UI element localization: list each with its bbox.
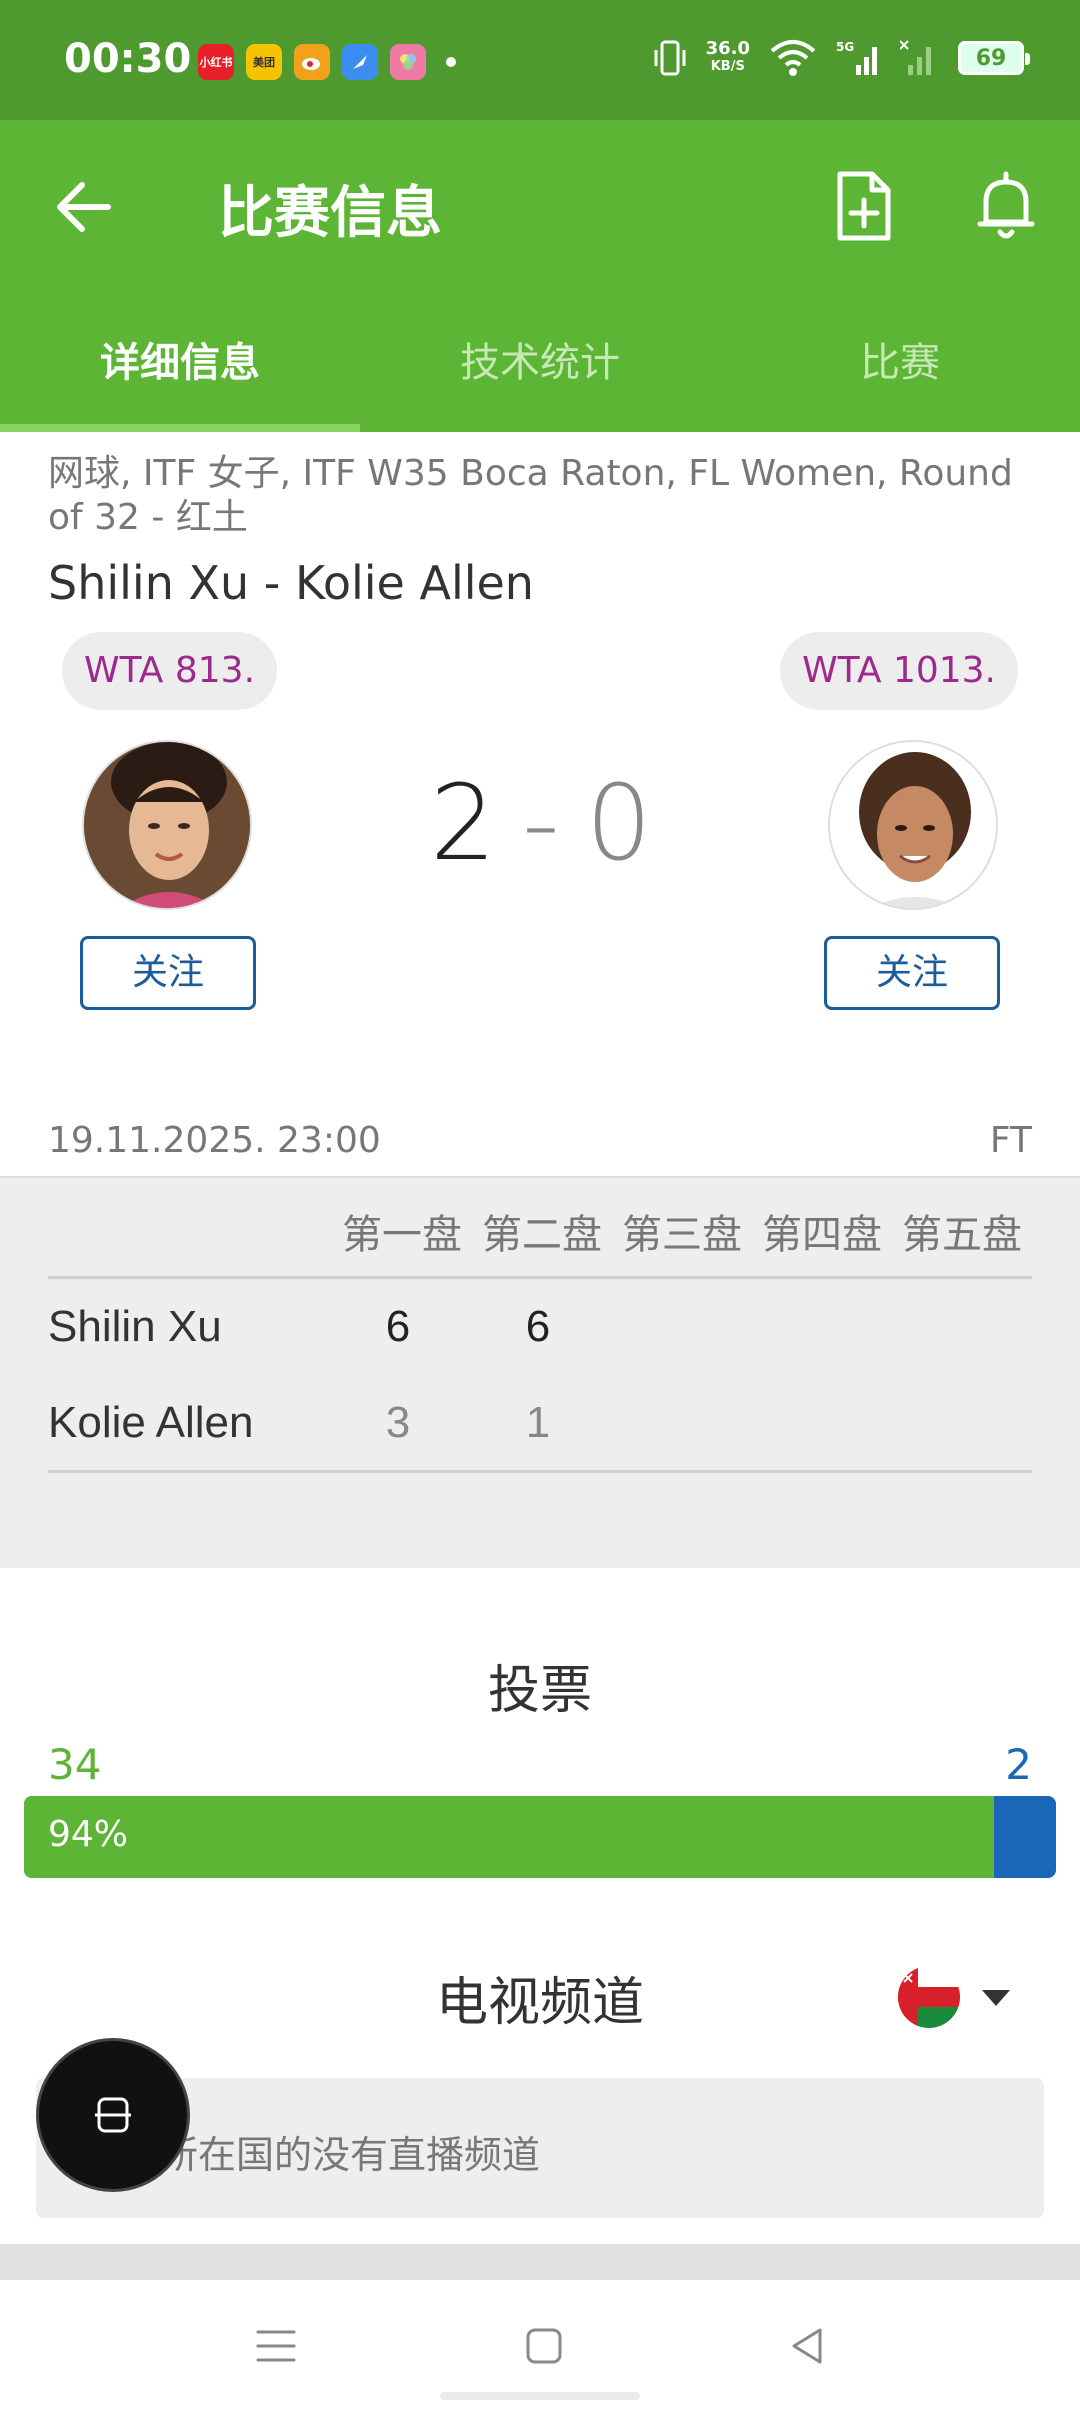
page-title: 比赛信息 (218, 181, 442, 246)
set-score: 1 (525, 1398, 551, 1447)
away-rank-badge: WTA 1013. (780, 632, 1018, 710)
tab-label: 详细信息 (100, 340, 260, 386)
status-bar: 00:30 小红书 美团 36.0 KB/S 5G 69 (0, 0, 1080, 120)
tab-label: 技术统计 (460, 340, 620, 386)
set-score: 6 (525, 1302, 551, 1351)
score-separator: - (522, 762, 560, 884)
tab-matches[interactable]: 比赛 (720, 280, 1080, 432)
home-player-avatar[interactable] (82, 740, 252, 910)
set-header: 第四盘 (762, 1212, 882, 1258)
tab-bar: 详细信息 技术统计 比赛 (0, 280, 1080, 432)
set-header: 第一盘 (342, 1212, 462, 1258)
battery-icon: 69 (958, 41, 1030, 75)
away-player-avatar[interactable] (828, 740, 998, 910)
back-triangle-icon[interactable] (778, 2316, 838, 2376)
vote-title: 投票 (487, 1661, 592, 1721)
set-header: 第三盘 (622, 1212, 742, 1258)
home-indicator[interactable] (440, 2392, 640, 2400)
chevron-down-icon[interactable] (982, 1990, 1010, 2006)
table-divider (48, 1276, 1032, 1279)
set-score: 3 (385, 1398, 411, 1447)
home-icon[interactable] (514, 2316, 574, 2376)
system-nav-bar (0, 2280, 1080, 2414)
follow-away-button[interactable]: 关注 (824, 936, 1000, 1010)
net-speed-unit: KB/S (710, 59, 745, 74)
player-name: Shilin Xu (48, 1302, 222, 1351)
set-score: 6 (385, 1302, 411, 1351)
home-sets-won: 2 (430, 762, 497, 884)
xiaohongshu-icon: 小红书 (198, 44, 234, 80)
oman-flag-icon[interactable] (898, 1966, 960, 2028)
match-title: Shilin Xu - Kolie Allen (48, 556, 534, 610)
content-bottom-edge (0, 2244, 1080, 2280)
more-notifications-dot (446, 57, 456, 67)
match-status: FT (989, 1120, 1032, 1161)
active-tab-indicator (0, 424, 360, 432)
away-sets-won: 0 (585, 762, 652, 884)
floating-assistant-button[interactable] (36, 2038, 190, 2192)
set-header: 第五盘 (902, 1212, 1022, 1258)
bell-icon[interactable] (974, 170, 1038, 242)
tab-statistics[interactable]: 技术统计 (360, 280, 720, 432)
wifi-icon (770, 40, 816, 76)
table-row: Kolie Allen 3 1 (48, 1398, 1032, 1478)
meituan-icon: 美团 (246, 44, 282, 80)
table-row: Shilin Xu 6 6 (48, 1302, 1032, 1382)
menu-icon[interactable] (246, 2316, 306, 2376)
photos-icon (390, 44, 426, 80)
back-arrow-icon[interactable] (50, 172, 120, 242)
svg-text:5G: 5G (836, 40, 854, 54)
app-bar: 比赛信息 (0, 120, 1080, 280)
weibo-icon (294, 44, 330, 80)
follow-home-button[interactable]: 关注 (80, 936, 256, 1010)
tab-label: 比赛 (860, 340, 940, 386)
home-vote-fill[interactable] (24, 1796, 995, 1878)
set-header: 第二盘 (482, 1212, 602, 1258)
screen-capture-icon (95, 2097, 131, 2133)
vibrate-icon (654, 40, 686, 76)
match-datetime: 19.11.2025. 23:00 (48, 1120, 381, 1161)
match-score: 2 - 0 (430, 762, 652, 884)
net-speed-value: 36.0 (705, 38, 750, 59)
home-vote-count: 34 (48, 1740, 102, 1789)
set-headers: 第一盘 第二盘 第三盘 第四盘 第五盘 (332, 1202, 1032, 1260)
browser-icon (342, 44, 378, 80)
signal-sim2-icon (900, 40, 931, 75)
away-vote-count: 2 (1005, 1740, 1032, 1789)
tab-details[interactable]: 详细信息 (0, 280, 360, 432)
home-rank-badge: WTA 813. (62, 632, 278, 710)
vote-bar[interactable]: 94% (24, 1796, 1056, 1878)
signal-5g-icon: 5G (836, 40, 877, 75)
table-divider (48, 1470, 1032, 1473)
net-speed: 36.0 KB/S (706, 40, 750, 76)
tournament-info: 网球, ITF 女子, ITF W35 Boca Raton, FL Women… (48, 453, 1013, 538)
score-table: 第一盘 第二盘 第三盘 第四盘 第五盘 Shilin Xu 6 6 Kolie … (0, 1176, 1080, 1568)
add-document-icon[interactable] (832, 170, 896, 242)
home-vote-percent: 94% (48, 1814, 129, 1855)
status-time: 00:30 (64, 36, 192, 82)
player-name: Kolie Allen (48, 1398, 254, 1447)
system-indicators: 36.0 KB/S 5G 69 (652, 38, 1030, 78)
notification-icons: 小红书 美团 (198, 44, 456, 80)
